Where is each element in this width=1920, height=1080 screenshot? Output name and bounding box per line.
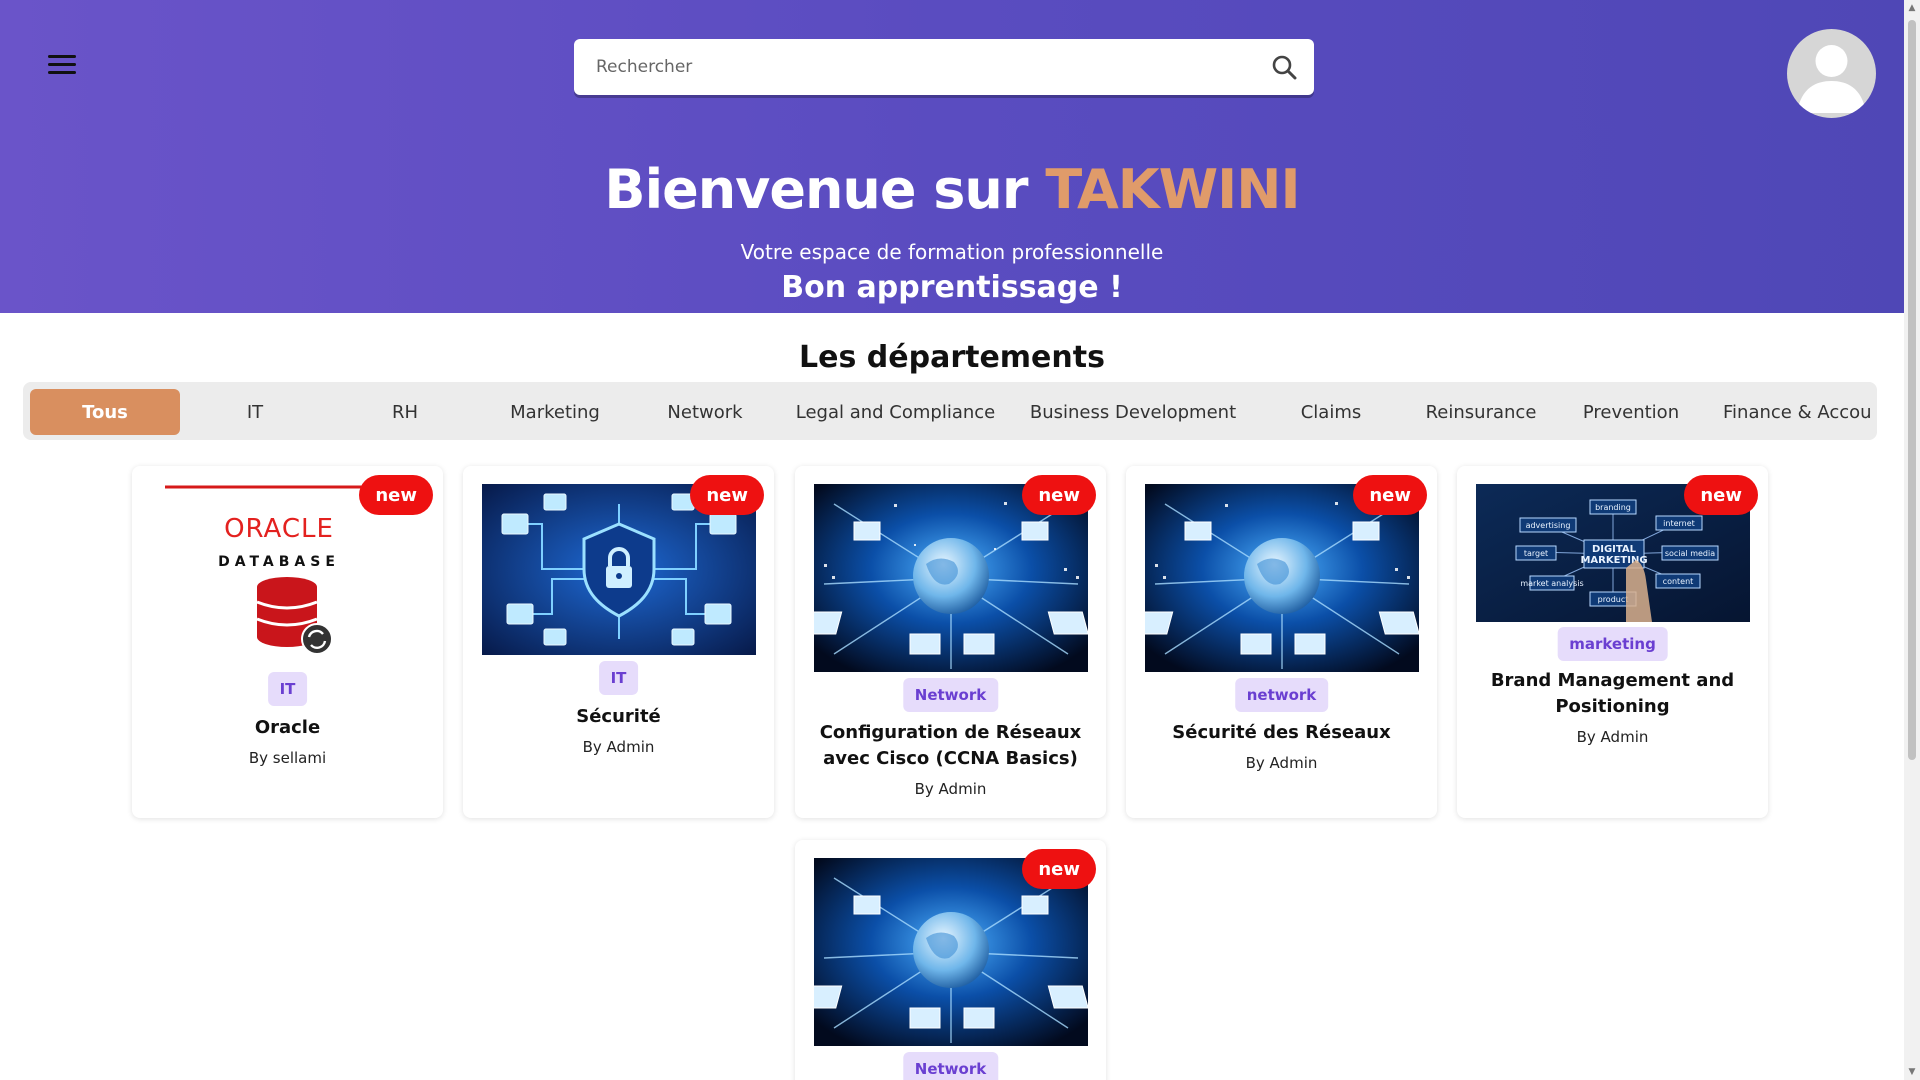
scroll-down-arrow-icon[interactable]: ▼ bbox=[1907, 1067, 1917, 1077]
course-title: Brand Management and Positioning bbox=[1490, 670, 1735, 717]
svg-text:product: product bbox=[1598, 595, 1629, 604]
hero-banner: Bienvenue sur TAKWINI Votre espace de fo… bbox=[0, 0, 1904, 313]
course-title: Oracle bbox=[254, 717, 321, 738]
course-author: By Admin bbox=[582, 738, 655, 756]
welcome-subtitle: Votre espace de formation professionnell… bbox=[740, 240, 1164, 264]
user-avatar[interactable] bbox=[1787, 29, 1876, 118]
course-title: Sécurité bbox=[576, 706, 661, 727]
new-badge: new bbox=[359, 475, 433, 515]
departments-tab-bar: Tous IT RH Marketing Network Legal and C… bbox=[23, 382, 1877, 440]
course-card-brand-management[interactable]: branding advertising internet target DIG… bbox=[1457, 466, 1768, 818]
svg-text:content: content bbox=[1663, 577, 1694, 586]
user-icon bbox=[1797, 45, 1866, 113]
oracle-logo-subtext: DATABASE bbox=[218, 554, 340, 570]
page-scrollbar[interactable]: ▲ ▼ bbox=[1904, 0, 1920, 1080]
oracle-logo-text: ORACLE bbox=[224, 514, 334, 544]
department-tag: Network bbox=[902, 1052, 999, 1080]
new-badge: new bbox=[1353, 475, 1427, 515]
course-title: Sécurité des Réseaux bbox=[1172, 722, 1391, 743]
search-input[interactable] bbox=[574, 39, 1264, 95]
tab-finance-and-accounting[interactable]: Finance & Accou bbox=[1723, 389, 1877, 435]
course-author: By Admin bbox=[1245, 754, 1318, 772]
welcome-tagline: Bon apprentissage ! bbox=[781, 270, 1123, 305]
new-badge: new bbox=[1022, 849, 1096, 889]
database-icon bbox=[256, 577, 333, 655]
tab-claims[interactable]: Claims bbox=[1256, 389, 1406, 435]
course-card-configuration-reseaux[interactable]: new Network Configuration de Réseaux ave… bbox=[795, 466, 1106, 818]
brand-name: TAKWINI bbox=[1045, 158, 1300, 221]
department-tag: IT bbox=[598, 661, 639, 695]
tab-prevention[interactable]: Prevention bbox=[1556, 389, 1706, 435]
new-badge: new bbox=[1684, 475, 1758, 515]
search-bar bbox=[574, 39, 1314, 95]
tab-rh[interactable]: RH bbox=[330, 389, 480, 435]
course-author: By sellami bbox=[248, 749, 327, 767]
tab-tous[interactable]: Tous bbox=[30, 389, 180, 435]
department-tag: IT bbox=[267, 672, 308, 706]
menu-icon[interactable] bbox=[46, 50, 78, 78]
course-card-oracle[interactable]: ORACLE DATABASE new IT Oracle By sellami bbox=[132, 466, 443, 818]
svg-text:branding: branding bbox=[1595, 503, 1631, 512]
tab-legal-and-compliance[interactable]: Legal and Compliance bbox=[788, 389, 1003, 435]
course-title: Configuration de Réseaux avec Cisco (CCN… bbox=[819, 722, 1082, 769]
svg-text:DIGITAL: DIGITAL bbox=[1592, 544, 1637, 555]
svg-text:advertising: advertising bbox=[1526, 521, 1571, 530]
departments-title: Les départements bbox=[799, 340, 1105, 375]
department-tag: Network bbox=[902, 678, 999, 712]
tab-it[interactable]: IT bbox=[180, 389, 330, 435]
svg-text:target: target bbox=[1524, 549, 1548, 558]
course-card-network[interactable]: new Network bbox=[795, 840, 1106, 1080]
course-author: By Admin bbox=[914, 780, 987, 798]
tab-business-development[interactable]: Business Development bbox=[1023, 389, 1243, 435]
svg-text:market analysis: market analysis bbox=[1520, 579, 1583, 588]
welcome-title: Bienvenue sur TAKWINI bbox=[0, 158, 1904, 221]
course-author: By Admin bbox=[1576, 728, 1649, 746]
scroll-up-arrow-icon[interactable]: ▲ bbox=[1907, 3, 1917, 13]
welcome-title-prefix: Bienvenue sur bbox=[604, 158, 1028, 221]
new-badge: new bbox=[1022, 475, 1096, 515]
svg-text:social media: social media bbox=[1665, 549, 1715, 558]
course-card-securite-reseaux[interactable]: new network Sécurité des Réseaux By Admi… bbox=[1126, 466, 1437, 818]
tab-marketing[interactable]: Marketing bbox=[480, 389, 630, 435]
svg-text:internet: internet bbox=[1663, 519, 1695, 528]
department-tag: marketing bbox=[1557, 627, 1668, 661]
search-icon[interactable] bbox=[1264, 47, 1304, 87]
scrollbar-thumb[interactable] bbox=[1908, 20, 1916, 760]
course-card-securite[interactable]: new IT Sécurité By Admin bbox=[463, 466, 774, 818]
tab-reinsurance[interactable]: Reinsurance bbox=[1406, 389, 1556, 435]
department-tag: network bbox=[1234, 678, 1329, 712]
new-badge: new bbox=[690, 475, 764, 515]
tab-network[interactable]: Network bbox=[630, 389, 780, 435]
